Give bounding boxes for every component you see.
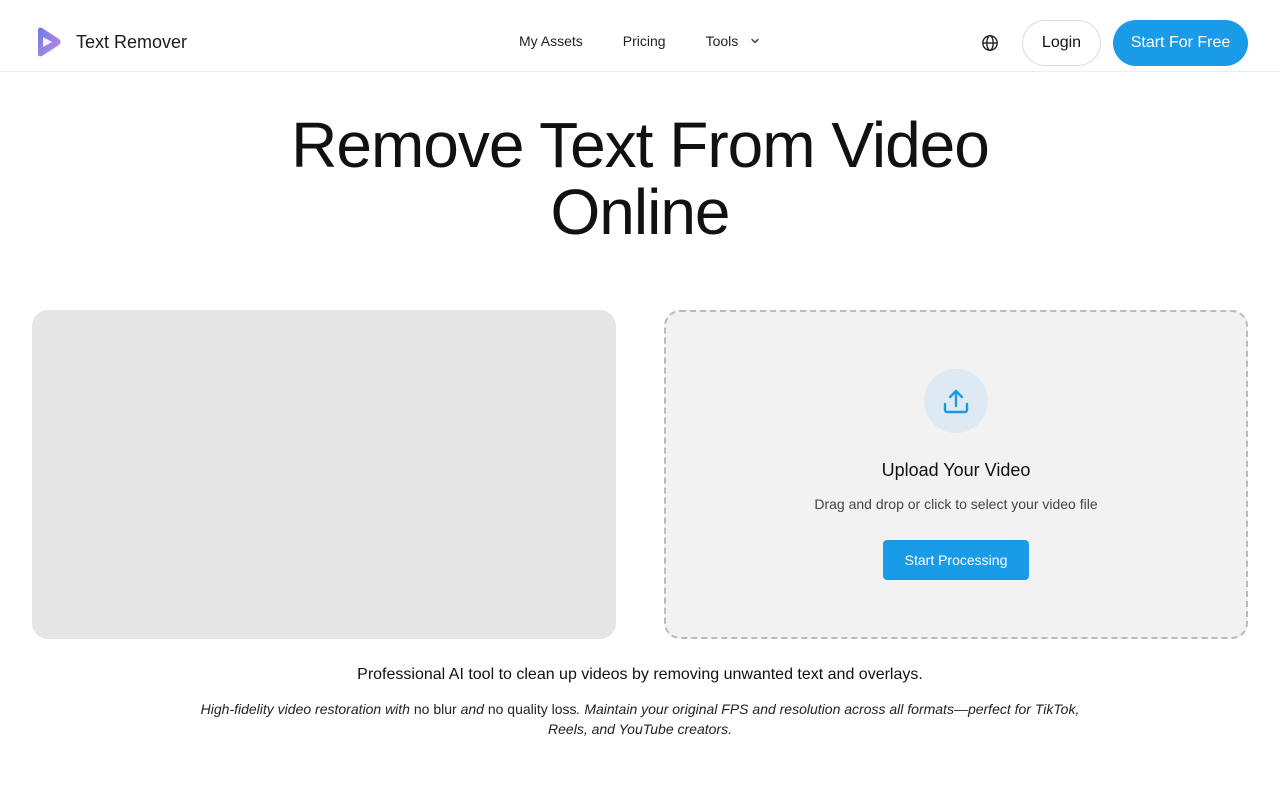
description-sub-part3: and xyxy=(456,701,488,717)
play-logo-icon xyxy=(38,27,61,57)
description-main: Professional AI tool to clean up videos … xyxy=(357,666,923,683)
brand-name: Text Remover xyxy=(76,31,188,52)
upload-subtitle: Drag and drop or click to select your vi… xyxy=(814,496,1098,512)
page-title-line1: Remove Text From Video xyxy=(291,109,990,181)
brand-link[interactable]: Text Remover xyxy=(34,27,187,57)
login-button[interactable]: Login xyxy=(1022,20,1101,66)
nav-tools[interactable]: Tools xyxy=(706,33,761,49)
chevron-down-icon xyxy=(751,38,759,44)
start-processing-button[interactable]: Start Processing xyxy=(883,540,1029,580)
site-header: Text Remover My Assets Pricing Tools Log… xyxy=(0,0,1280,72)
description-sub: High-fidelity video restoration with no … xyxy=(200,699,1080,739)
start-for-free-button[interactable]: Start For Free xyxy=(1113,20,1248,66)
upload-icon xyxy=(943,389,969,414)
upload-dropzone[interactable]: Upload Your Video Drag and drop or click… xyxy=(664,310,1248,639)
video-preview-placeholder xyxy=(32,310,616,639)
upload-icon-circle xyxy=(924,369,988,433)
main-nav: My Assets Pricing Tools xyxy=(519,33,760,49)
description-sub-part5: . Maintain your original FPS and resolut… xyxy=(548,701,1080,737)
globe-icon[interactable] xyxy=(981,34,999,52)
description-sub-part2: no blur xyxy=(413,701,457,717)
nav-tools-label: Tools xyxy=(705,33,739,49)
description-sub-part4: no quality loss xyxy=(487,701,577,717)
upload-title: Upload Your Video xyxy=(881,460,1031,480)
description-sub-part1: High-fidelity video restoration with xyxy=(200,701,414,717)
page-title-line2: Online xyxy=(550,176,731,248)
nav-my-assets[interactable]: My Assets xyxy=(519,33,583,49)
page-title: Remove Text From Video Online xyxy=(240,112,1040,246)
nav-pricing[interactable]: Pricing xyxy=(623,33,666,49)
